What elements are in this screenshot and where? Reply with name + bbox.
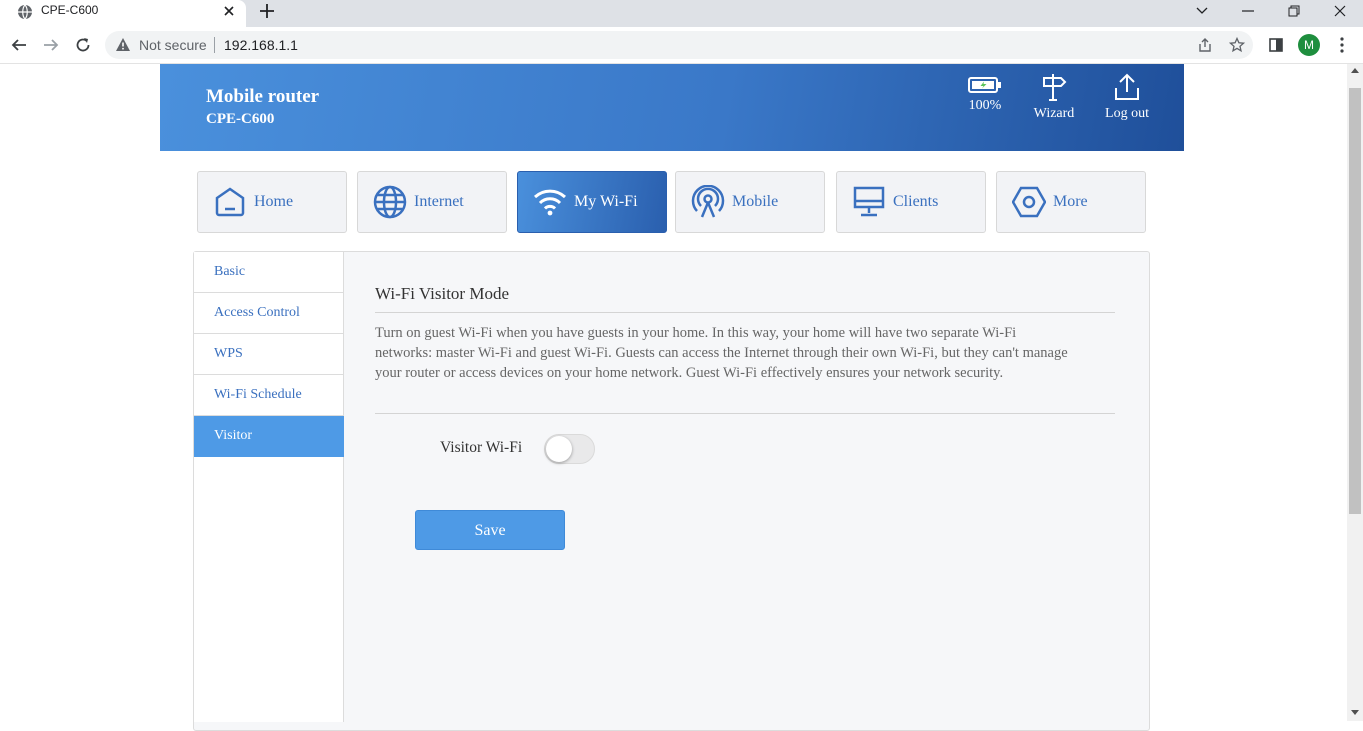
reload-icon[interactable] bbox=[73, 35, 93, 55]
kebab-menu-icon[interactable] bbox=[1333, 36, 1351, 54]
side-panel-icon[interactable] bbox=[1267, 36, 1285, 54]
tab-mobile[interactable]: Mobile bbox=[675, 171, 825, 233]
sidebar-item-wps[interactable]: WPS bbox=[194, 334, 344, 375]
upload-icon bbox=[1115, 73, 1139, 100]
address-bar[interactable]: Not secure 192.168.1.1 bbox=[105, 31, 1253, 59]
wizard-label: Wizard bbox=[1033, 106, 1075, 121]
share-icon[interactable] bbox=[1197, 37, 1213, 53]
brand-title: Mobile router bbox=[206, 86, 320, 107]
divider bbox=[214, 37, 215, 53]
sidebar-item-basic[interactable]: Basic bbox=[194, 252, 344, 293]
antenna-icon bbox=[690, 184, 726, 220]
browser-tab[interactable]: CPE-C600 bbox=[0, 0, 246, 27]
sidebar-item-access-control[interactable]: Access Control bbox=[194, 293, 344, 334]
page-title: Wi-Fi Visitor Mode bbox=[375, 284, 509, 303]
tab-more[interactable]: More bbox=[996, 171, 1146, 233]
tab-clients[interactable]: Clients bbox=[836, 171, 986, 233]
save-button[interactable]: Save bbox=[415, 510, 565, 550]
close-window-icon[interactable] bbox=[1317, 0, 1363, 22]
divider bbox=[375, 312, 1115, 313]
brand-model: CPE-C600 bbox=[206, 111, 275, 127]
visitor-wifi-label: Visitor Wi-Fi bbox=[440, 439, 523, 456]
restore-icon[interactable] bbox=[1271, 0, 1317, 22]
plus-icon[interactable] bbox=[257, 1, 277, 21]
close-icon[interactable] bbox=[220, 2, 238, 20]
logout-button[interactable]: Log out bbox=[1102, 72, 1152, 122]
sidebar-item-visitor[interactable]: Visitor bbox=[194, 416, 344, 457]
monitor-icon bbox=[851, 184, 887, 220]
wizard-button[interactable]: Wizard bbox=[1032, 72, 1076, 122]
divider bbox=[375, 413, 1115, 414]
url-text[interactable]: 192.168.1.1 bbox=[224, 37, 298, 53]
minimize-icon[interactable] bbox=[1225, 0, 1271, 22]
globe-icon bbox=[372, 184, 408, 220]
hexagon-icon bbox=[1011, 184, 1047, 220]
battery-status: 100% bbox=[966, 76, 1004, 114]
chevron-down-icon[interactable] bbox=[1179, 0, 1225, 22]
tab-internet[interactable]: Internet bbox=[357, 171, 507, 233]
browser-toolbar: Not secure 192.168.1.1 bbox=[0, 27, 1363, 64]
tab-label: Internet bbox=[414, 193, 464, 210]
signpost-icon bbox=[1043, 74, 1067, 101]
wifi-icon bbox=[532, 184, 568, 220]
back-arrow-icon[interactable] bbox=[9, 35, 29, 55]
logout-label: Log out bbox=[1105, 106, 1149, 121]
description-text: Turn on guest Wi-Fi when you have guests… bbox=[375, 325, 1068, 381]
avatar[interactable]: M bbox=[1298, 34, 1320, 56]
tab-title: CPE-C600 bbox=[41, 3, 99, 17]
star-icon[interactable] bbox=[1229, 37, 1245, 53]
globe-icon bbox=[18, 4, 32, 20]
battery-icon bbox=[968, 77, 1001, 93]
scroll-down-arrow-icon[interactable] bbox=[1351, 710, 1359, 715]
tab-label: Mobile bbox=[732, 193, 779, 210]
home-icon bbox=[212, 184, 248, 220]
security-label[interactable]: Not secure bbox=[139, 37, 207, 53]
toggle-knob[interactable] bbox=[546, 436, 572, 462]
tab-label: More bbox=[1053, 193, 1088, 210]
tab-label: Clients bbox=[893, 193, 939, 210]
scrollbar-thumb[interactable] bbox=[1349, 88, 1361, 514]
tab-home[interactable]: Home bbox=[197, 171, 347, 233]
forward-arrow-icon[interactable] bbox=[41, 35, 61, 55]
battery-percent: 100% bbox=[968, 98, 1002, 113]
visitor-wifi-toggle[interactable] bbox=[544, 434, 595, 464]
tab-my-wifi[interactable]: My Wi-Fi bbox=[517, 171, 667, 233]
router-header: Mobile router CPE-C600 100% Wizard Log o… bbox=[160, 64, 1184, 151]
sidebar-item-wifi-schedule[interactable]: Wi-Fi Schedule bbox=[194, 375, 344, 416]
warning-icon[interactable] bbox=[115, 37, 131, 53]
tab-label: Home bbox=[254, 193, 294, 210]
sidebar: Basic Access Control WPS Wi-Fi Schedule … bbox=[194, 252, 344, 722]
tab-label: My Wi-Fi bbox=[574, 193, 638, 210]
scroll-up-arrow-icon[interactable] bbox=[1351, 68, 1359, 73]
browser-tab-strip: CPE-C600 bbox=[0, 0, 1363, 27]
